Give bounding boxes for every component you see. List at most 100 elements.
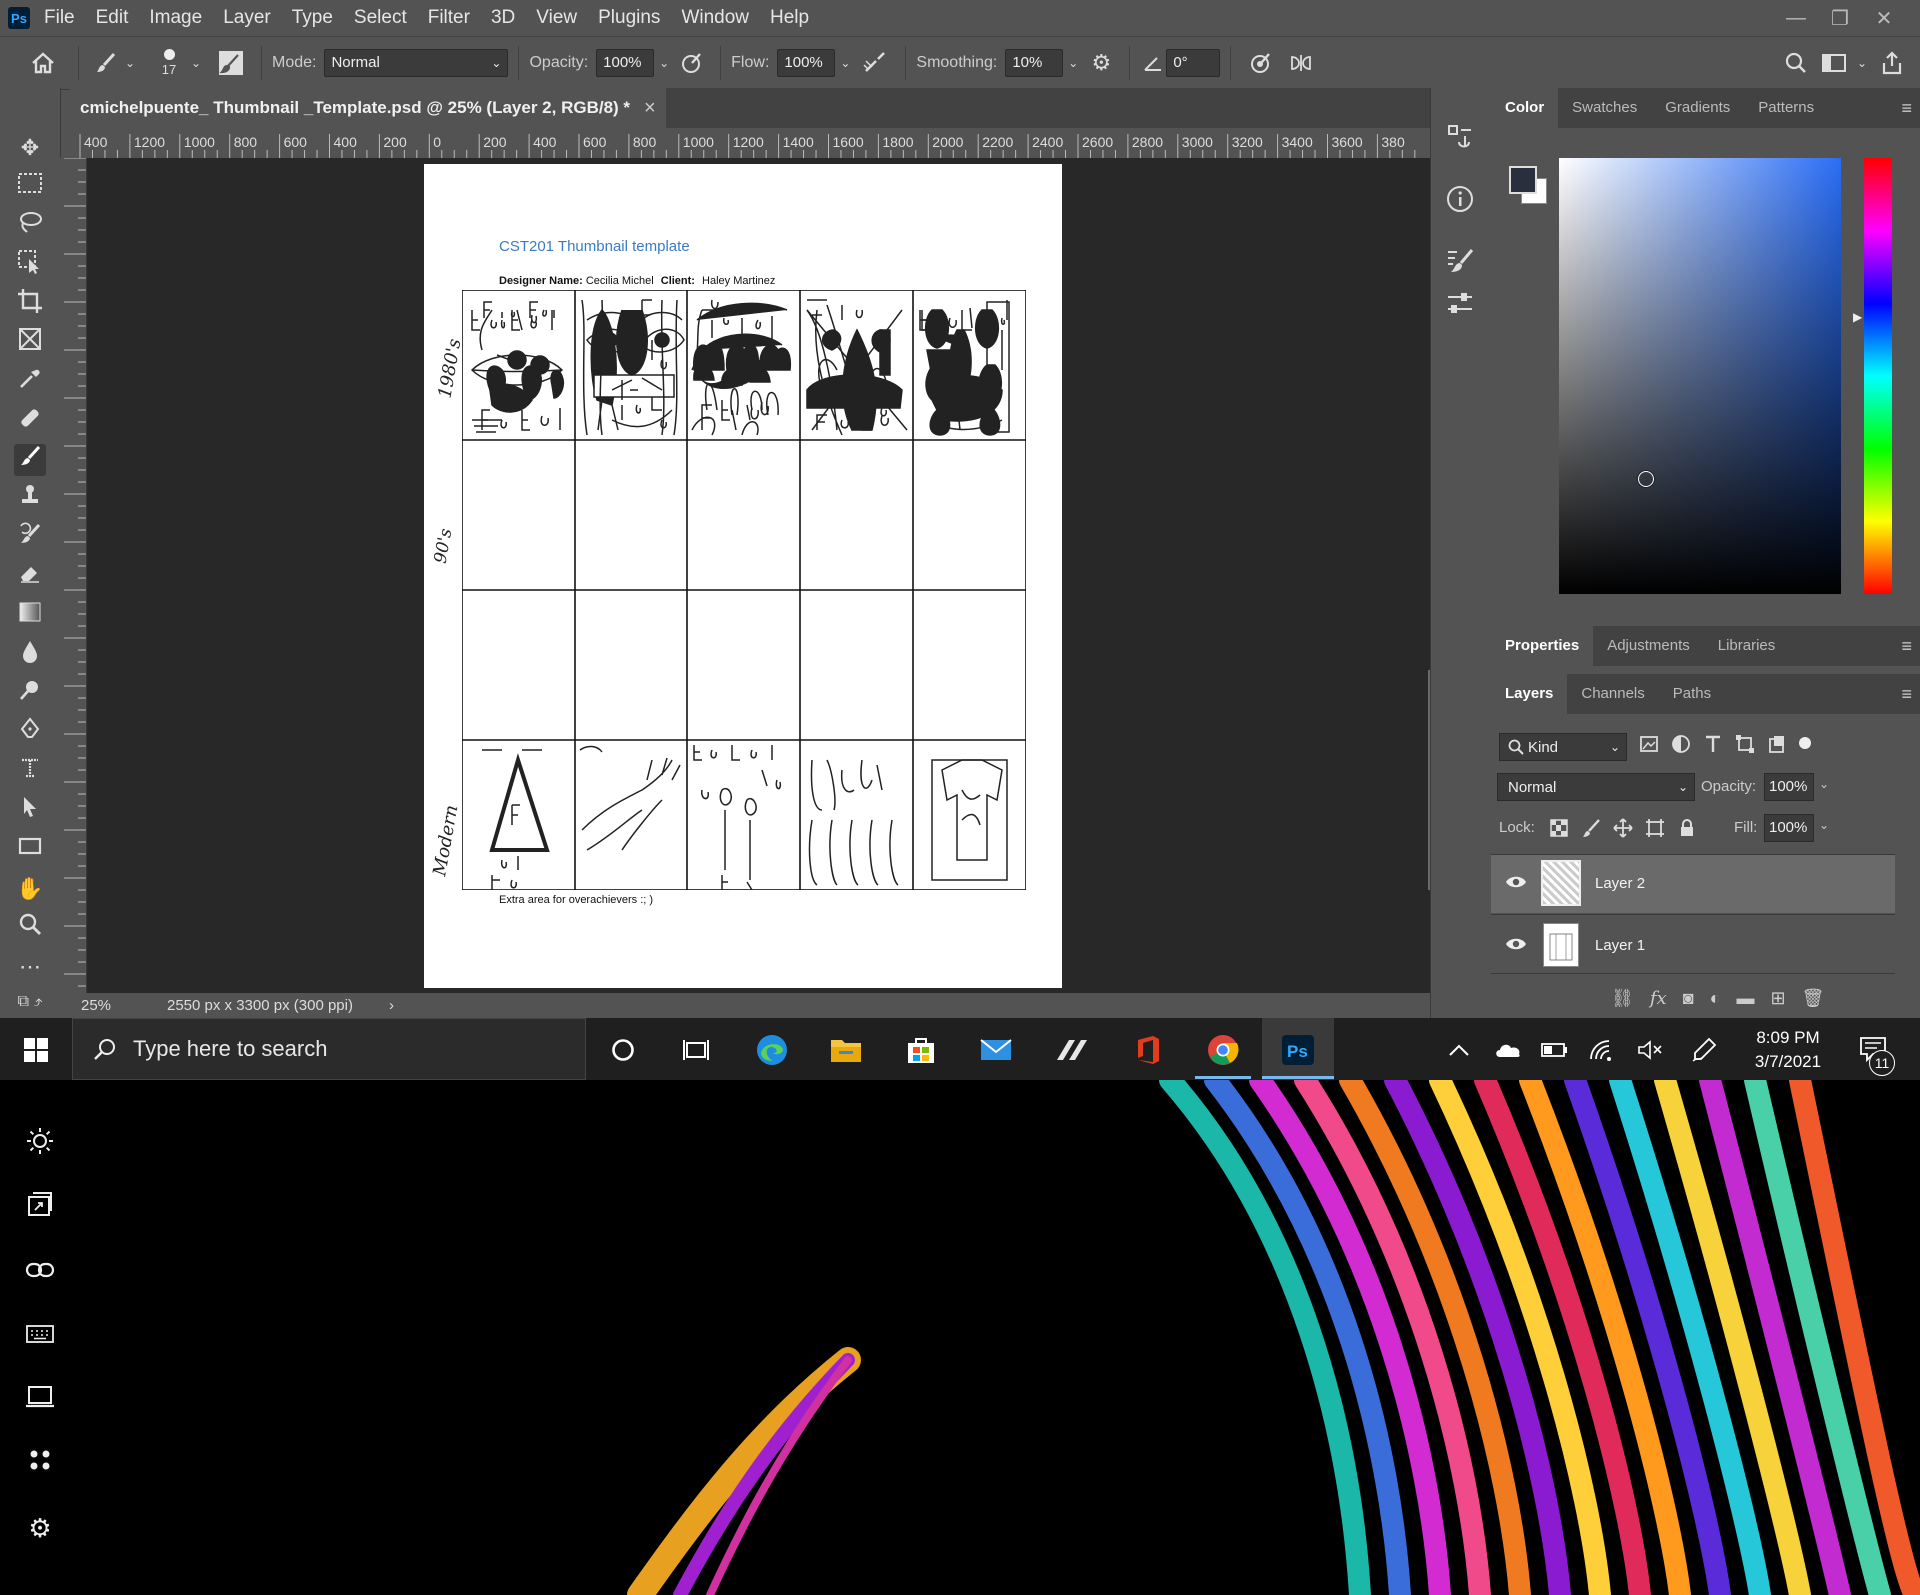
wifi-icon[interactable] [1584, 1032, 1620, 1068]
pixel-filter-icon[interactable] [1639, 734, 1659, 754]
pen-tool-icon[interactable] [14, 717, 46, 749]
hand-tool-icon[interactable]: ✋ [14, 873, 46, 905]
blend-mode-select[interactable]: Normal ⌄ [1497, 773, 1695, 801]
restore-icon[interactable]: ❐ [1818, 6, 1862, 31]
app-launcher-icon[interactable] [22, 1446, 58, 1482]
layer-name[interactable]: Layer 1 [1595, 937, 1645, 954]
menu-select[interactable]: Select [354, 7, 407, 29]
menu-layer[interactable]: Layer [223, 7, 271, 29]
volume-muted-icon[interactable] [1632, 1032, 1668, 1068]
tab-swatches[interactable]: Swatches [1558, 88, 1651, 128]
office-icon[interactable] [1130, 1032, 1166, 1068]
keyboard-icon[interactable] [22, 1318, 58, 1354]
blur-tool-icon[interactable] [14, 639, 46, 671]
more-tools-icon[interactable]: ⋯ [14, 951, 46, 983]
symmetry-icon[interactable] [1281, 51, 1321, 75]
object-select-tool-icon[interactable] [14, 249, 46, 281]
pressure-size-icon[interactable] [1241, 51, 1281, 75]
menu-file[interactable]: File [44, 7, 75, 29]
document-page[interactable]: CST201 Thumbnail template Designer Name:… [424, 164, 1062, 988]
taskbar-search-box[interactable]: Type here to search [72, 1018, 586, 1080]
path-select-tool-icon[interactable] [14, 795, 46, 827]
edge-browser-icon[interactable] [754, 1032, 790, 1068]
history-brush-tool-icon[interactable] [14, 522, 46, 554]
layer-name[interactable]: Layer 2 [1595, 875, 1645, 892]
fx-icon[interactable]: fx [1650, 988, 1667, 1009]
file-explorer-icon[interactable] [828, 1032, 864, 1068]
lock-position-icon[interactable] [1613, 818, 1633, 838]
chevron-down-icon[interactable]: ⌄ [123, 56, 137, 70]
visibility-eye-icon[interactable] [1505, 936, 1527, 957]
adjustment-layer-icon[interactable]: ◐ [1710, 988, 1721, 1009]
lock-pixels-icon[interactable] [1581, 818, 1601, 838]
close-icon[interactable]: ✕ [1862, 6, 1906, 31]
hue-slider[interactable] [1864, 158, 1892, 594]
chevron-down-icon[interactable]: ⌄ [1819, 818, 1829, 832]
info-panel-icon[interactable] [1445, 184, 1475, 219]
healing-brush-tool-icon[interactable] [14, 405, 46, 437]
document-tab[interactable]: cmichelpuente_ Thumbnail _Template.psd @… [70, 88, 666, 128]
show-hidden-icons-chevron[interactable] [1441, 1032, 1477, 1068]
layer-kind-filter[interactable]: Kind ⌄ [1499, 733, 1627, 761]
brush-size-picker[interactable]: 17 [149, 49, 189, 77]
zoom-level[interactable]: 25% [81, 997, 149, 1014]
marquee-tool-icon[interactable] [14, 171, 46, 203]
share-icon[interactable] [1872, 51, 1912, 75]
photoshop-taskbar-icon[interactable]: Ps [1280, 1032, 1316, 1068]
app-switcher-icon[interactable] [22, 1190, 58, 1226]
rectangle-tool-icon[interactable] [14, 834, 46, 866]
angle-input[interactable]: 0° [1166, 49, 1221, 77]
menu-type[interactable]: Type [292, 7, 333, 29]
myasus-icon[interactable] [1055, 1032, 1091, 1068]
history-panel-icon[interactable] [1445, 122, 1475, 157]
tab-libraries[interactable]: Libraries [1704, 626, 1790, 666]
status-menu-arrow[interactable]: › [389, 997, 394, 1014]
menu-image[interactable]: Image [149, 7, 202, 29]
tab-patterns[interactable]: Patterns [1744, 88, 1828, 128]
trash-icon[interactable]: 🗑 [1802, 988, 1825, 1009]
adjustment-filter-icon[interactable] [1671, 734, 1691, 754]
windows-start-icon[interactable] [18, 1032, 54, 1068]
hue-slider-handle[interactable]: ▶ [1853, 310, 1862, 324]
layer-row-layer-1[interactable]: Layer 1 [1491, 914, 1895, 974]
foreground-color-swatch[interactable] [1509, 166, 1537, 194]
app-navigator-icon[interactable] [22, 1254, 58, 1290]
minimize-icon[interactable]: — [1774, 7, 1818, 30]
menu-help[interactable]: Help [770, 7, 809, 29]
pressure-opacity-icon[interactable] [674, 51, 710, 75]
adjustments-panel-icon[interactable] [1445, 288, 1475, 323]
link-layers-icon[interactable]: ⛓ [1611, 988, 1634, 1009]
tab-gradients[interactable]: Gradients [1651, 88, 1744, 128]
tab-color[interactable]: Color [1491, 88, 1559, 128]
chevron-down-icon[interactable]: ⌄ [835, 56, 855, 70]
filter-toggle-icon[interactable] [1799, 737, 1811, 749]
menu-view[interactable]: View [536, 7, 577, 29]
layer-mask-icon[interactable]: ◙ [1683, 988, 1694, 1009]
flow-input[interactable]: 100% [777, 49, 836, 77]
type-tool-icon[interactable] [14, 756, 46, 788]
pen-workspace-icon[interactable] [1686, 1032, 1722, 1068]
lock-artboard-icon[interactable] [1645, 818, 1665, 838]
menu-edit[interactable]: Edit [96, 7, 129, 29]
swap-colors-icon[interactable]: ⧉ ⤴ [4, 986, 56, 1018]
group-folder-icon[interactable]: ▬ [1736, 988, 1754, 1009]
crop-tool-icon[interactable] [14, 288, 46, 320]
chevron-down-icon[interactable]: ⌄ [1852, 56, 1872, 70]
menu-3d[interactable]: 3D [491, 7, 515, 29]
opacity-input[interactable]: 100% [596, 49, 655, 77]
eraser-tool-icon[interactable] [14, 561, 46, 593]
move-tool-icon[interactable]: ✥ [14, 132, 46, 164]
stamp-tool-icon[interactable] [14, 483, 46, 515]
tab-adjustments[interactable]: Adjustments [1593, 626, 1704, 666]
layer-row-layer-2[interactable]: Layer 2 [1491, 854, 1895, 913]
type-filter-icon[interactable] [1703, 734, 1723, 754]
task-view-icon[interactable] [678, 1032, 714, 1068]
shape-filter-icon[interactable] [1735, 734, 1755, 754]
panel-menu-icon[interactable]: ≡ [1901, 636, 1912, 657]
smart-object-filter-icon[interactable] [1767, 734, 1787, 754]
chrome-icon[interactable] [1205, 1032, 1241, 1068]
zoom-tool-icon[interactable] [14, 912, 46, 944]
onedrive-icon[interactable] [1490, 1032, 1526, 1068]
brush-settings-panel-icon[interactable] [1445, 246, 1475, 281]
settings-gear-icon[interactable]: ⚙ [22, 1510, 58, 1546]
